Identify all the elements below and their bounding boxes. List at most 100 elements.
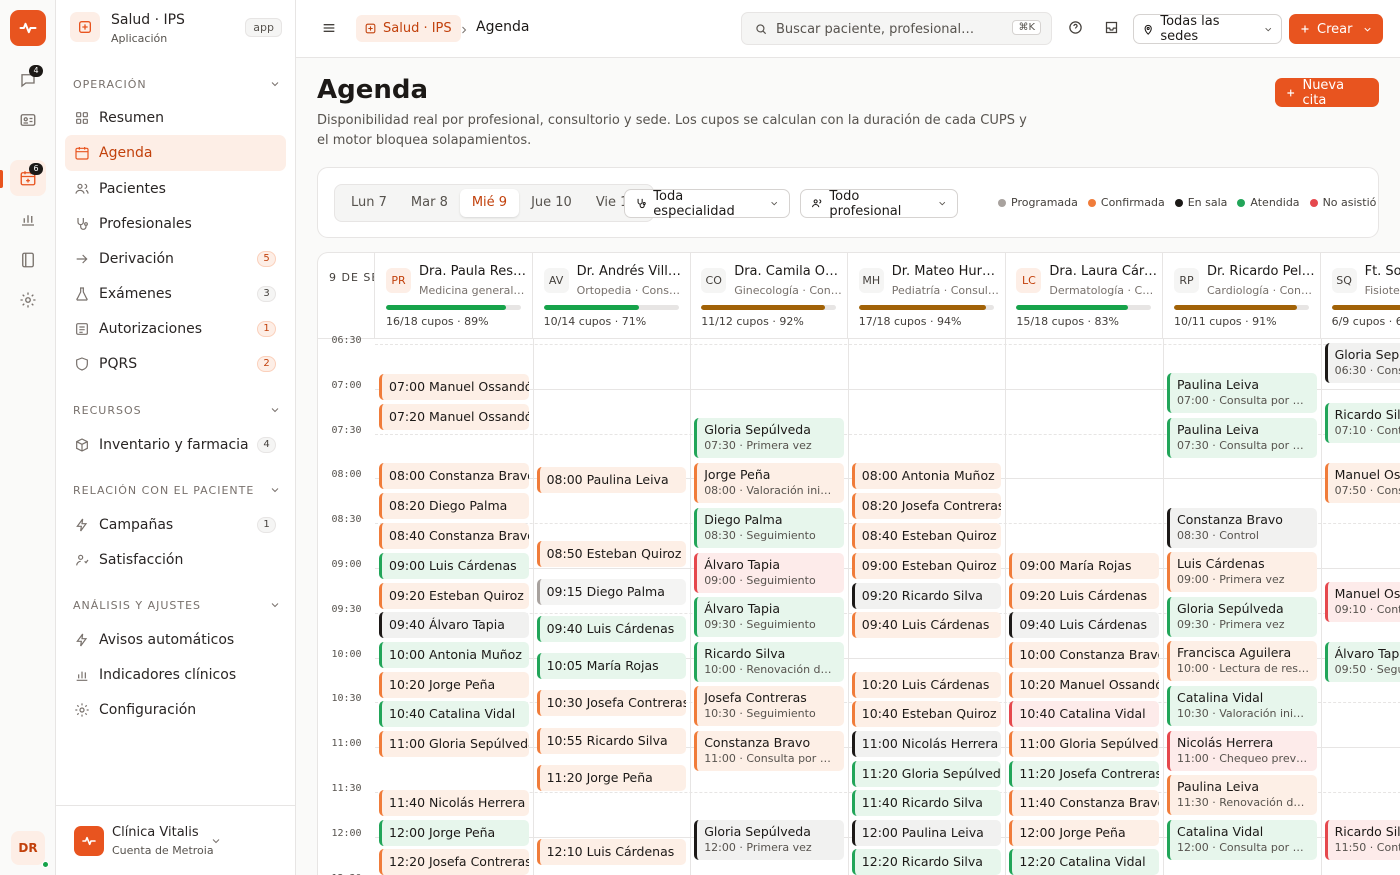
- app-switcher[interactable]: Salud · IPS Aplicación app: [70, 8, 282, 48]
- sidebar-item-indicadores[interactable]: Indicadores clínicos: [65, 657, 286, 693]
- appointment-card[interactable]: 12:20 Ricardo Silva: [851, 849, 1002, 875]
- professional-header[interactable]: AV Dr. Andrés Villamizar Ortopedia · Consu…: [532, 253, 691, 339]
- sidebar-item-agenda[interactable]: Agenda: [65, 135, 286, 171]
- menu-toggle-button[interactable]: [321, 20, 337, 40]
- appointment-card[interactable]: 08:00 Paulina Leiva: [536, 467, 687, 493]
- rail-book-button[interactable]: [10, 242, 46, 278]
- appointment-card[interactable]: 09:20 Esteban Quiroz: [379, 583, 529, 609]
- appointment-card[interactable]: Ricardo Silva 11:50 · Control: [1324, 820, 1400, 860]
- appointment-card[interactable]: Gloria Sepúlveda 12:00 · Primera vez: [694, 820, 844, 860]
- sidebar-item-campanas[interactable]: Campañas 1: [65, 507, 286, 543]
- appointment-card[interactable]: 12:00 Paulina Leiva: [851, 820, 1002, 846]
- appointment-card[interactable]: Francisca Aguilera 10:00 · Lectura de res…: [1167, 641, 1317, 681]
- professional-header[interactable]: RP Dr. Ricardo Peláez Cardiología · Consul…: [1163, 253, 1321, 339]
- sidebar-item-derivacion[interactable]: Derivación 5: [65, 241, 286, 277]
- professional-header[interactable]: PR Dra. Paula Restrepo Medicina general · …: [375, 253, 533, 339]
- appointment-card[interactable]: 11:40 Nicolás Herrera: [379, 790, 529, 816]
- sidebar-item-resumen[interactable]: Resumen: [65, 100, 286, 136]
- appointment-card[interactable]: Paulina Leiva 07:00 · Consulta por dolor: [1167, 373, 1317, 413]
- appointment-card[interactable]: 09:40 Luis Cárdenas: [1009, 612, 1159, 638]
- appointment-card[interactable]: 11:20 Jorge Peña: [536, 765, 687, 791]
- appointment-card[interactable]: 10:05 María Rojas: [536, 653, 687, 679]
- section-recursos[interactable]: RECURSOS: [73, 404, 281, 417]
- appointment-card[interactable]: 08:20 Diego Palma: [379, 493, 529, 519]
- appointment-card[interactable]: Paulina Leiva 07:30 · Consulta por dolor: [1167, 418, 1317, 458]
- sidebar-item-pacientes[interactable]: Pacientes: [65, 171, 286, 207]
- appointment-card[interactable]: 09:40 Luis Cárdenas: [851, 612, 1002, 638]
- sidebar-item-configuracion[interactable]: Configuración: [65, 692, 286, 728]
- appointment-card[interactable]: Josefa Contreras 10:30 · Seguimiento: [694, 686, 844, 726]
- appointment-card[interactable]: 12:00 Jorge Peña: [1009, 820, 1159, 846]
- appointment-card[interactable]: 11:00 Gloria Sepúlveda: [379, 731, 529, 757]
- rail-agenda-button[interactable]: 6: [10, 160, 46, 196]
- section-relacion[interactable]: RELACIÓN CON EL PACIENTE: [73, 484, 281, 497]
- appointment-card[interactable]: Luis Cárdenas 09:00 · Primera vez: [1167, 552, 1317, 592]
- search-input[interactable]: [776, 19, 1006, 39]
- appointment-card[interactable]: 08:40 Esteban Quiroz: [851, 523, 1002, 549]
- appointment-card[interactable]: 10:40 Catalina Vidal: [1009, 701, 1159, 727]
- appointment-card[interactable]: 08:00 Constanza Bravo: [379, 463, 529, 489]
- appointment-card[interactable]: Álvaro Tapia 09:30 · Seguimiento: [694, 597, 844, 637]
- sidebar-item-profesionales[interactable]: Profesionales: [65, 206, 286, 242]
- appointment-card[interactable]: 11:20 Josefa Contreras: [1009, 761, 1159, 787]
- section-operacion[interactable]: OPERACIÓN: [73, 78, 281, 91]
- appointment-card[interactable]: 12:20 Catalina Vidal: [1009, 849, 1159, 875]
- appointment-card[interactable]: 09:40 Álvaro Tapia: [379, 612, 529, 638]
- appointment-card[interactable]: Gloria Sepúlveda 07:30 · Primera vez: [694, 418, 844, 458]
- sidebar-item-pqrs[interactable]: PQRS 2: [65, 346, 286, 382]
- professional-header[interactable]: SQ Ft. Sofía Quintero Fisioterapia · Consu…: [1320, 253, 1400, 339]
- appointment-card[interactable]: 10:40 Catalina Vidal: [379, 701, 529, 727]
- org-switcher[interactable]: Clínica Vitalis Cuenta de Metroia: [56, 805, 295, 875]
- appointment-card[interactable]: 09:00 Luis Cárdenas: [379, 553, 529, 579]
- appointment-card[interactable]: 11:40 Constanza Bravo: [1009, 790, 1159, 816]
- rail-reports-button[interactable]: [10, 201, 46, 237]
- appointment-card[interactable]: 10:00 Constanza Bravo: [1009, 642, 1159, 668]
- new-appointment-button[interactable]: Nueva cita: [1275, 78, 1379, 108]
- appointment-card[interactable]: 10:20 Jorge Peña: [379, 672, 529, 698]
- sidebar-item-inventario[interactable]: Inventario y farmacia 4: [65, 427, 286, 463]
- appointment-card[interactable]: 10:20 Luis Cárdenas: [851, 672, 1002, 698]
- professional-header[interactable]: MH Dr. Mateo Hurtado Pediatría · Consultor…: [847, 253, 1006, 339]
- breadcrumb-root[interactable]: Salud · IPS: [356, 15, 461, 42]
- appointment-card[interactable]: 09:00 Esteban Quiroz: [851, 553, 1002, 579]
- help-button[interactable]: [1068, 20, 1083, 39]
- user-avatar[interactable]: DR: [11, 831, 49, 868]
- appointment-card[interactable]: 10:30 Josefa Contreras: [536, 690, 687, 716]
- day-tab[interactable]: Jue 10: [519, 189, 584, 217]
- section-analisis[interactable]: ANÁLISIS Y AJUSTES: [73, 599, 281, 612]
- appointment-card[interactable]: 10:00 Antonia Muñoz: [379, 642, 529, 668]
- professional-header[interactable]: LC Dra. Laura Cárdenas Dermatología · Cons…: [1005, 253, 1164, 339]
- appointment-card[interactable]: 08:00 Antonia Muñoz: [851, 463, 1002, 489]
- appointment-card[interactable]: Constanza Bravo 08:30 · Control: [1167, 508, 1317, 548]
- appointment-card[interactable]: Manuel Ossandón 09:10 · Control: [1324, 582, 1400, 622]
- appointment-card[interactable]: Catalina Vidal 12:00 · Consulta por dolor: [1167, 820, 1317, 860]
- appointment-card[interactable]: 10:20 Manuel Ossandón: [1009, 672, 1159, 698]
- day-tab[interactable]: Mar 8: [399, 189, 460, 217]
- rail-contacts-button[interactable]: [10, 102, 46, 138]
- professional-select[interactable]: Todo profesional: [800, 189, 958, 219]
- appointment-card[interactable]: 07:20 Manuel Ossandón: [379, 404, 529, 430]
- appointment-card[interactable]: 08:40 Constanza Bravo: [379, 523, 529, 549]
- appointment-card[interactable]: 11:20 Gloria Sepúlveda: [851, 761, 1002, 787]
- appointment-card[interactable]: Diego Palma 08:30 · Seguimiento: [694, 508, 844, 548]
- appointment-card[interactable]: Gloria Sepúlveda 09:30 · Primera vez: [1167, 597, 1317, 637]
- appointment-card[interactable]: Nicolás Herrera 11:00 · Chequeo preventiv…: [1167, 731, 1317, 771]
- appointment-card[interactable]: 09:15 Diego Palma: [536, 579, 687, 605]
- day-tab[interactable]: Mié 9: [459, 189, 520, 217]
- appointment-card[interactable]: 12:00 Jorge Peña: [379, 820, 529, 846]
- appointment-card[interactable]: 09:20 Ricardo Silva: [851, 583, 1002, 609]
- appointment-card[interactable]: 08:50 Esteban Quiroz: [536, 541, 687, 567]
- inbox-button[interactable]: [1104, 20, 1119, 39]
- create-button[interactable]: Crear: [1289, 14, 1383, 44]
- appointment-card[interactable]: 11:00 Nicolás Herrera: [851, 731, 1002, 757]
- appointment-card[interactable]: 11:40 Ricardo Silva: [851, 790, 1002, 816]
- appointment-card[interactable]: Constanza Bravo 11:00 · Consulta por dolo…: [694, 731, 844, 771]
- appointment-card[interactable]: Gloria Sepúlveda 06:30 · Consulta: [1324, 343, 1400, 383]
- appointment-card[interactable]: Álvaro Tapia 09:50 · Seguimiento: [1324, 642, 1400, 682]
- specialty-select[interactable]: Toda especialidad: [624, 189, 790, 219]
- appointment-card[interactable]: 09:00 María Rojas: [1009, 553, 1159, 579]
- appointment-card[interactable]: Jorge Peña 08:00 · Valoración inicial: [694, 463, 844, 503]
- appointment-card[interactable]: Ricardo Silva 07:10 · Control: [1324, 403, 1400, 443]
- day-tab[interactable]: Lun 7: [339, 189, 399, 217]
- site-select[interactable]: Todas las sedes: [1133, 14, 1282, 44]
